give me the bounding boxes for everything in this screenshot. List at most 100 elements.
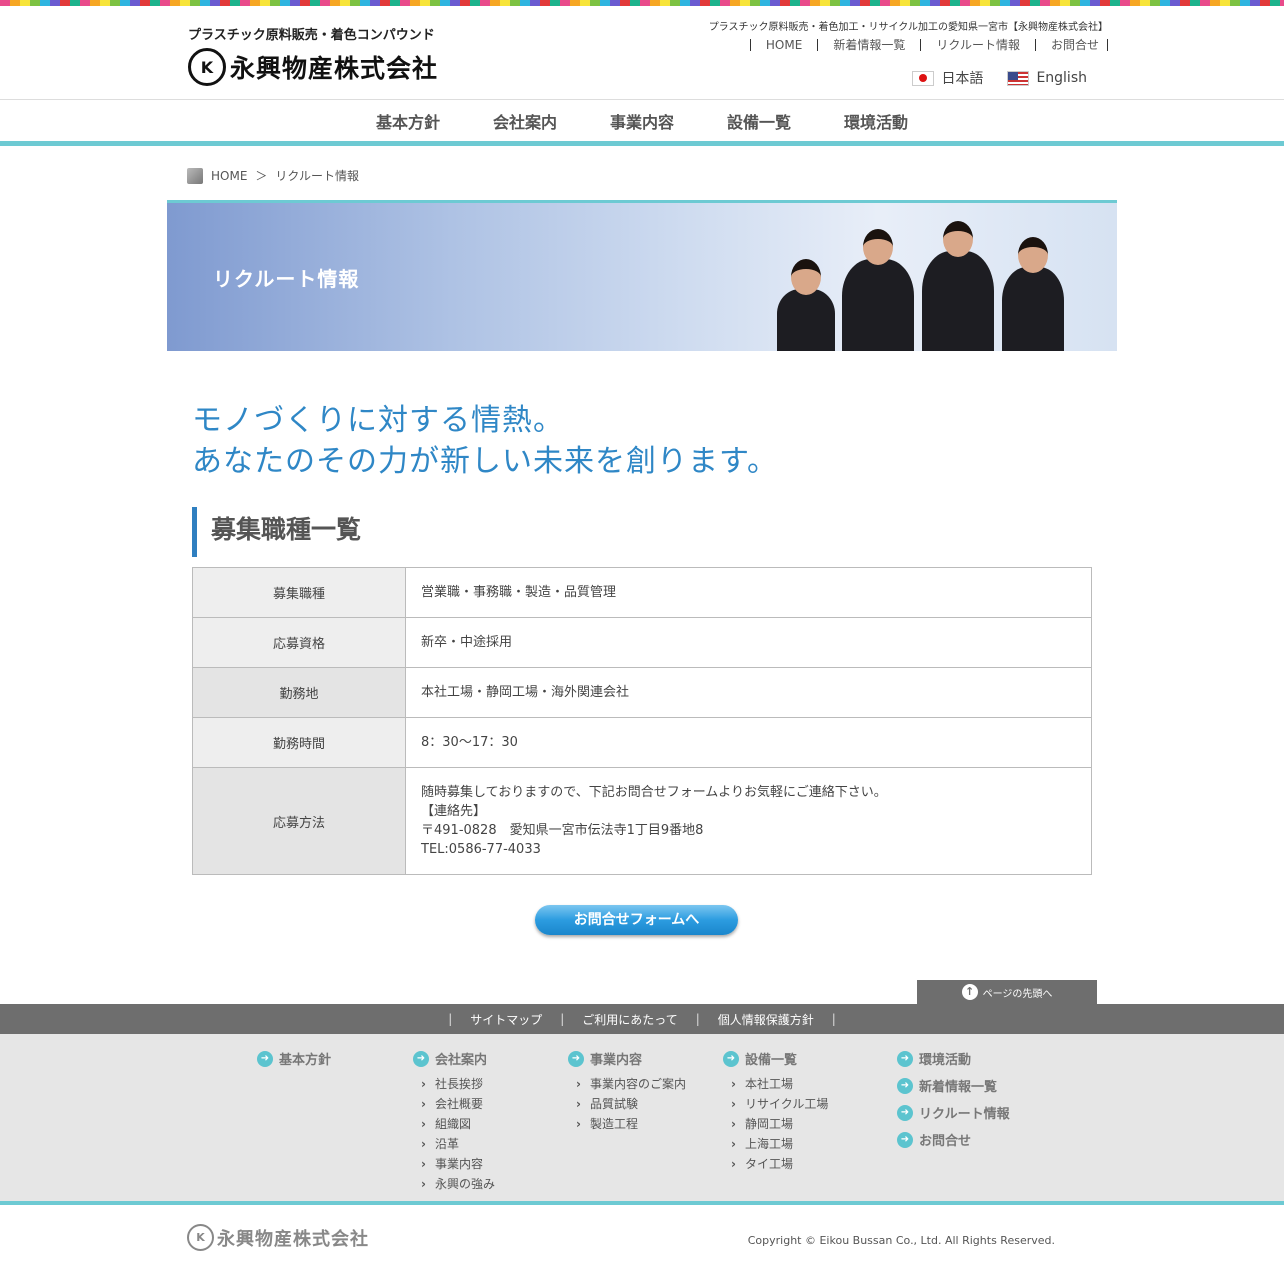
arrow-right-icon: ➜ [897,1104,913,1121]
row-value: 営業職・事務職・製造・品質管理 [405,567,1092,618]
arrow-right-icon: ➜ [413,1050,429,1067]
row-value: 新卒・中途採用 [405,617,1092,668]
footer-link[interactable]: 永興の強み [413,1174,495,1194]
page-top-button[interactable]: ↑ ページの先頭へ [917,980,1097,1004]
footer-link[interactable]: 事業内容 [413,1154,495,1174]
language-switcher: 日本語 English [912,68,1087,88]
row-value: 8：30〜17：30 [405,717,1092,768]
gnav-company[interactable]: 会社案内 [493,109,557,133]
footer-col-company: ➜会社案内 社長挨拶 会社概要 組織図 沿革 事業内容 永興の強み [413,1049,495,1194]
catch-line-1: モノづくりに対する情熱。 [192,403,564,438]
section-title: 募集職種一覧 [192,507,361,557]
footer-head-environment[interactable]: ➜ 環境活動 [897,1049,1010,1068]
footer-logo[interactable]: K 永興物産株式会社 [187,1224,369,1251]
footer-link[interactable]: 製造工程 [568,1114,686,1134]
table-row: 勤務時間 8：30〜17：30 [192,717,1092,768]
gnav-policy[interactable]: 基本方針 [376,109,440,133]
table-row: 募集職種 営業職・事務職・製造・品質管理 [192,567,1092,618]
lang-english[interactable]: English [1007,68,1087,88]
row-label: 募集職種 [192,567,406,618]
footer-col-business: ➜事業内容 事業内容のご案内 品質試験 製造工程 [568,1049,686,1134]
util-link-recruit[interactable]: リクルート情報 [920,39,1035,51]
util-link-news[interactable]: 新着情報一覧 [817,39,920,51]
footer-head-policy[interactable]: ➜ 基本方針 [257,1049,331,1068]
footer-col-misc: ➜ 環境活動 ➜ 新着情報一覧 ➜ リクルート情報 ➜ お問合せ [897,1049,1010,1155]
row-label: 応募方法 [192,767,406,875]
gnav-environment[interactable]: 環境活動 [844,109,908,133]
footer-head-recruit[interactable]: ➜ リクルート情報 [897,1103,1010,1122]
table-row: 応募資格 新卒・中途採用 [192,617,1092,668]
apply-text: 随時募集しておりますので、下記お問合せフォームよりお気軽にご連絡下さい。 [421,785,887,800]
logo-mark-icon: K [188,48,226,86]
top-caption: プラスチック原料販売・着色加工・リサイクル加工の愛知県一宮市【永興物産株式会社】 [708,22,1108,33]
footer-head-news[interactable]: ➜ 新着情報一覧 [897,1076,1010,1095]
lang-japanese-label: 日本語 [941,71,984,87]
contact-form-button[interactable]: お問合せフォームへ [535,905,738,935]
row-label: 応募資格 [192,617,406,668]
footer-sitemap: ➜基本方針 ➜会社案内 社長挨拶 会社概要 組織図 沿革 事業内容 永興の強み … [0,1034,1284,1205]
footer-head-company[interactable]: ➜ 会社案内 [413,1049,495,1068]
footer-link[interactable]: タイ工場 [723,1154,828,1174]
util-link-contact[interactable]: お問合せ [1034,39,1108,51]
footer-head-equipment[interactable]: ➜ 設備一覧 [723,1049,828,1068]
arrow-right-icon: ➜ [897,1050,913,1067]
us-flag-icon [1007,70,1030,86]
arrow-right-icon: ➜ [723,1050,739,1067]
footer-col-equipment: ➜設備一覧 本社工場 リサイクル工場 静岡工場 上海工場 タイ工場 [723,1049,828,1174]
arrow-up-icon: ↑ [961,984,978,1000]
footer-link[interactable]: 沿革 [413,1134,495,1154]
breadcrumb-home[interactable]: HOME [211,169,247,183]
apply-phone: TEL:0586-77-4033 [421,842,541,857]
footer-bar: | サイトマップ | ご利用にあたって | 個人情報保護方針 | [0,1004,1284,1034]
breadcrumb-separator: ＞ [255,169,268,183]
arrow-right-icon: ➜ [257,1050,273,1067]
footer-head-contact[interactable]: ➜ お問合せ [897,1130,1010,1149]
copyright: Copyright © Eikou Bussan Co., Ltd. All R… [747,1234,1055,1247]
footer-link[interactable]: 上海工場 [723,1134,828,1154]
company-name: 永興物産株式会社 [230,54,439,83]
table-row: 応募方法 随時募集しておりますので、下記お問合せフォームよりお気軽にご連絡下さい… [192,767,1092,875]
footer-link[interactable]: 会社概要 [413,1094,495,1114]
footer-link[interactable]: 品質試験 [568,1094,686,1114]
breadcrumb: HOME ＞ リクルート情報 [187,167,359,184]
footer-link-privacy[interactable]: 個人情報保護方針 [700,1011,832,1028]
lang-japanese[interactable]: 日本語 [912,68,983,88]
apply-address: 〒491-0828 愛知県一宮市伝法寺1丁目9番地8 [421,823,704,838]
row-label: 勤務時間 [192,717,406,768]
footer-head-business[interactable]: ➜ 事業内容 [568,1049,686,1068]
arrow-right-icon: ➜ [897,1131,913,1148]
footer-link[interactable]: 社長挨拶 [413,1074,495,1094]
footer-company-name: 永興物産株式会社 [217,1228,369,1250]
cube-icon [187,167,203,184]
catch-copy: モノづくりに対する情熱。 あなたのその力が新しい未来を創ります。 [192,400,778,482]
apply-contact-heading: 【連絡先】 [421,804,487,819]
hero-banner: リクルート情報 [167,200,1117,351]
site-logo[interactable]: K 永興物産株式会社 [188,48,438,86]
footer-link[interactable]: 組織図 [413,1114,495,1134]
page-top-label: ページの先頭へ [982,988,1053,1000]
utility-nav: HOME 新着情報一覧 リクルート情報 お問合せ [749,39,1108,51]
staff-photo [757,221,1077,351]
breadcrumb-current: リクルート情報 [275,169,360,183]
footer-link[interactable]: 本社工場 [723,1074,828,1094]
row-label: 勤務地 [192,667,406,718]
table-row: 勤務地 本社工場・静岡工場・海外関連会社 [192,667,1092,718]
arrow-right-icon: ➜ [897,1077,913,1094]
row-value: 随時募集しておりますので、下記お問合せフォームよりお気軽にご連絡下さい。 【連絡… [405,767,1092,875]
footer-link-sitemap[interactable]: サイトマップ [452,1011,560,1028]
catch-line-2: あなたのその力が新しい未来を創ります。 [192,444,778,479]
site-header: プラスチック原料販売・着色コンパウンド K 永興物産株式会社 プラスチック原料販… [0,6,1284,100]
gnav-equipment[interactable]: 設備一覧 [727,109,791,133]
footer-link-terms[interactable]: ご利用にあたって [564,1011,695,1028]
footer-link[interactable]: 事業内容のご案内 [568,1074,686,1094]
logo-mark-icon: K [187,1224,214,1251]
util-link-home[interactable]: HOME [749,39,817,51]
job-table: 募集職種 営業職・事務職・製造・品質管理 応募資格 新卒・中途採用 勤務地 本社… [192,567,1092,875]
footer-link[interactable]: リサイクル工場 [723,1094,828,1114]
footer-link[interactable]: 静岡工場 [723,1114,828,1134]
arrow-right-icon: ➜ [568,1050,584,1067]
gnav-business[interactable]: 事業内容 [610,109,674,133]
global-nav: 基本方針 会社案内 事業内容 設備一覧 環境活動 [0,100,1284,146]
lang-english-label: English [1036,70,1087,86]
footer-col-policy: ➜ 基本方針 [257,1049,331,1074]
